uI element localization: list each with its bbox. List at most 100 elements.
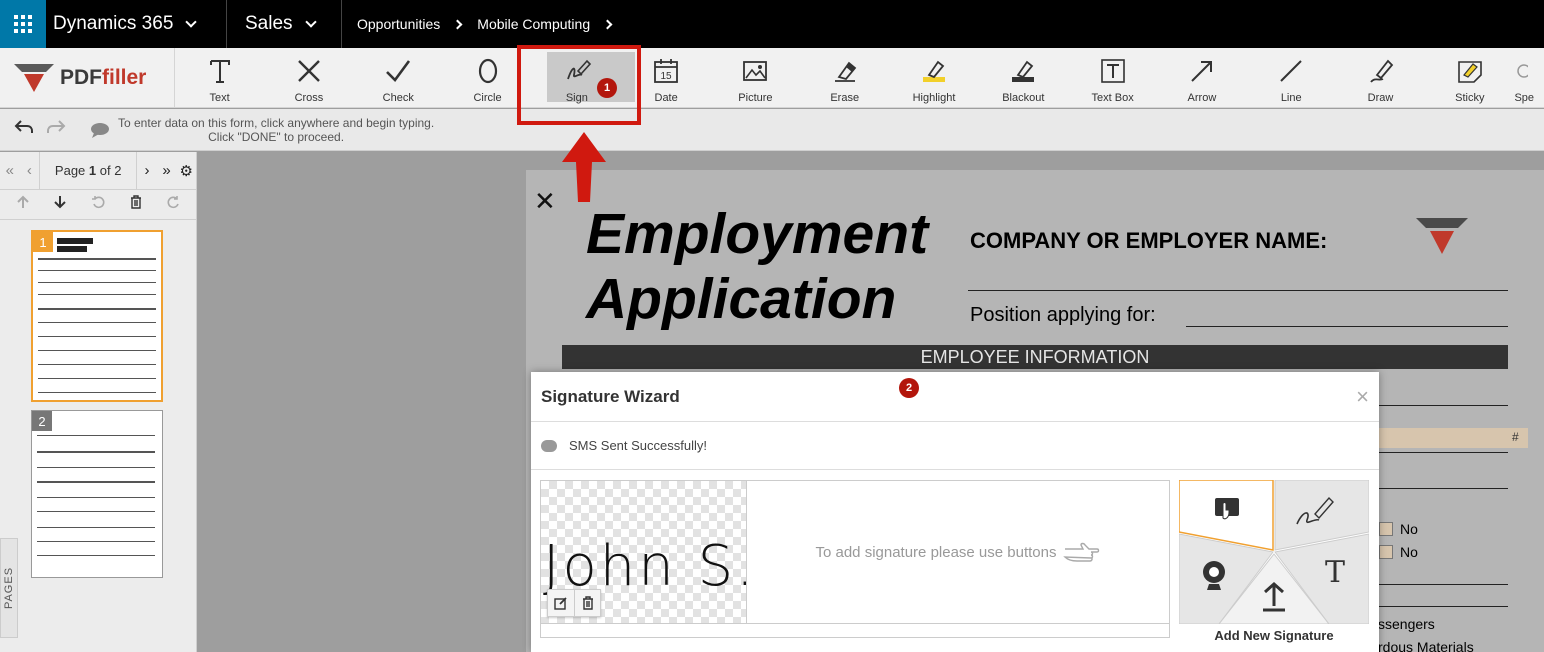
text-icon	[206, 56, 234, 86]
tool-picture[interactable]: Picture	[711, 48, 800, 108]
pages-panel: « ‹ Page 1 of 2 › » ⚙ 1 2 PAGES	[0, 151, 197, 652]
circle-icon	[474, 56, 502, 86]
annotation-badge-1: 1	[597, 78, 617, 98]
pdffiller-logo-icon	[14, 64, 54, 92]
passengers-label: ssengers	[1378, 616, 1435, 632]
thumbnail-number: 2	[32, 411, 52, 431]
checkbox-no-2[interactable]	[1379, 545, 1393, 559]
move-up-icon[interactable]	[16, 195, 30, 214]
breadcrumb-opportunities[interactable]: Opportunities	[357, 16, 440, 32]
date-icon: 15	[652, 56, 680, 86]
company-name-line	[968, 290, 1508, 291]
wizard-header: Signature Wizard ×	[531, 372, 1379, 422]
tool-list: Text Cross Check Circle Sign 15 Date Pic…	[175, 48, 1534, 107]
special-icon	[1514, 56, 1529, 86]
page-thumbnail-2[interactable]: 2	[31, 410, 163, 578]
add-signature-tiles: T	[1178, 479, 1370, 625]
rotate-left-icon[interactable]	[91, 195, 105, 214]
pointing-hand-icon	[1062, 542, 1099, 562]
first-page-icon[interactable]: «	[0, 162, 20, 179]
position-label: Position applying for:	[970, 304, 1156, 326]
hint-line-2: Click "DONE" to proceed.	[208, 129, 345, 144]
tool-draw[interactable]: Draw	[1336, 48, 1425, 108]
pdf-toolbar: PDFfiller Text Cross Check Circle Sign 1…	[0, 48, 1544, 108]
document-title: Employment Application	[586, 202, 929, 331]
page-tools	[0, 190, 196, 220]
pages-tab[interactable]: PAGES	[0, 538, 18, 638]
chevron-down-icon	[185, 16, 198, 28]
sms-status-text: SMS Sent Successfully!	[569, 438, 707, 453]
thumbnail-number: 1	[33, 232, 53, 252]
picture-icon	[741, 56, 769, 86]
trash-icon[interactable]	[574, 590, 600, 616]
hazardous-label: rdous Materials	[1378, 639, 1474, 652]
company-logo-icon	[1416, 216, 1468, 261]
pdffiller-logo: PDFfiller	[0, 48, 175, 108]
signature-actions	[547, 589, 601, 617]
tool-text-box[interactable]: Text Box	[1068, 48, 1157, 108]
line-icon	[1277, 56, 1305, 86]
undo-icon[interactable]	[14, 119, 34, 140]
annotation-highlight-box	[517, 45, 641, 125]
tool-sticky[interactable]: Sticky	[1425, 48, 1514, 108]
signature-wizard-dialog: Signature Wizard × SMS Sent Successfully…	[531, 372, 1379, 652]
pager: « ‹ Page 1 of 2 › » ⚙	[0, 151, 196, 190]
arrow-icon	[1188, 56, 1216, 86]
app-launcher-button[interactable]	[0, 0, 46, 48]
tool-erase[interactable]: Erase	[800, 48, 889, 108]
form-field[interactable]	[1376, 428, 1528, 448]
last-page-icon[interactable]: »	[157, 162, 177, 179]
typing-hint: To enter data on this form, click anywhe…	[90, 116, 434, 144]
app-name: Dynamics 365	[53, 13, 174, 34]
highlight-icon	[920, 56, 948, 86]
tool-check[interactable]: Check	[354, 48, 443, 108]
close-icon[interactable]: ✕	[534, 188, 556, 214]
edit-icon[interactable]	[548, 590, 574, 616]
draw-icon	[1367, 56, 1395, 86]
next-page-icon[interactable]: ›	[137, 162, 157, 179]
text-box-icon	[1099, 56, 1127, 86]
page-thumbnail-1[interactable]: 1	[31, 230, 163, 402]
tool-highlight[interactable]: Highlight	[889, 48, 978, 108]
tool-line[interactable]: Line	[1247, 48, 1336, 108]
signature-preview[interactable]: John S.	[541, 481, 747, 623]
field-hash: #	[1512, 430, 1519, 444]
label-no-1: No	[1400, 521, 1418, 537]
tool-blackout[interactable]: Blackout	[979, 48, 1068, 108]
move-down-icon[interactable]	[53, 195, 67, 214]
sub-toolbar: To enter data on this form, click anywhe…	[0, 109, 1544, 151]
app-switcher[interactable]: Dynamics 365	[46, 0, 226, 48]
redo-icon[interactable]	[46, 119, 66, 140]
comment-icon	[541, 439, 557, 452]
annotation-arrow-icon	[562, 132, 606, 202]
logo-text: PDFfiller	[60, 66, 147, 89]
chevron-right-icon[interactable]	[602, 19, 613, 29]
gear-icon[interactable]: ⚙	[176, 162, 196, 180]
prev-page-icon[interactable]: ‹	[20, 162, 40, 179]
type-icon: T	[1325, 555, 1345, 590]
erase-icon	[831, 56, 859, 86]
label-no-2: No	[1400, 544, 1418, 560]
tool-arrow[interactable]: Arrow	[1157, 48, 1246, 108]
svg-text:15: 15	[661, 71, 673, 82]
signature-area: John S. To add signature please use butt…	[540, 480, 1170, 638]
undo-redo-group	[0, 119, 80, 140]
sms-status: SMS Sent Successfully!	[531, 422, 1379, 470]
breadcrumb: Opportunities Mobile Computing	[342, 16, 627, 32]
module-switcher[interactable]: Sales	[227, 0, 341, 48]
close-icon[interactable]: ×	[1356, 384, 1369, 410]
tool-cross[interactable]: Cross	[264, 48, 353, 108]
hint-line-1: To enter data on this form, click anywhe…	[118, 115, 435, 130]
check-icon	[384, 56, 412, 86]
trash-icon[interactable]	[129, 195, 143, 214]
tool-special[interactable]: Spe	[1514, 48, 1534, 108]
annotation-badge-2: 2	[899, 378, 919, 398]
breadcrumb-mobile-computing[interactable]: Mobile Computing	[477, 16, 590, 32]
section-bar: EMPLOYEE INFORMATION	[562, 345, 1508, 369]
tool-text[interactable]: Text	[175, 48, 264, 108]
refresh-icon[interactable]	[166, 195, 180, 214]
signature-hint: To add signature please use buttons	[747, 481, 1169, 623]
waffle-icon	[14, 15, 32, 33]
page-indicator: Page 1 of 2	[39, 151, 138, 190]
checkbox-no-1[interactable]	[1379, 522, 1393, 536]
